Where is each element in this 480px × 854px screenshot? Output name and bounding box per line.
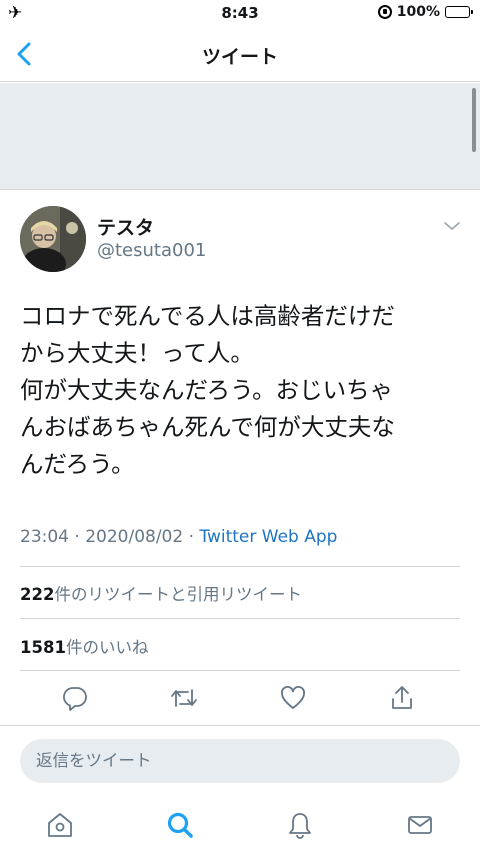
retweet-button[interactable] — [166, 680, 202, 716]
tweet-actions — [0, 680, 480, 718]
tweet-text-line: から大丈夫！って人。 — [20, 339, 254, 367]
tab-home[interactable] — [40, 805, 80, 845]
tab-messages[interactable] — [400, 805, 440, 845]
like-stats[interactable]: 1581件のいいね — [20, 634, 148, 658]
tweet-text-line: んだろう。 — [20, 450, 135, 478]
retweet-stats[interactable]: 222件のリツイートと引用リツイート — [20, 581, 302, 605]
divider — [20, 618, 460, 619]
battery-percent: 100% — [396, 4, 440, 20]
tweet-timestamp: 23:04 · 2020/08/02 · — [20, 527, 200, 547]
search-icon — [167, 812, 193, 838]
avatar[interactable] — [20, 206, 86, 272]
share-button[interactable] — [384, 680, 420, 716]
parent-tweet-placeholder — [0, 83, 480, 190]
retweet-count: 222 — [20, 585, 55, 604]
like-count: 1581 — [20, 638, 66, 657]
tab-bar — [0, 795, 480, 854]
notifications-icon — [289, 813, 311, 839]
reply-icon — [63, 687, 87, 711]
chevron-down-icon — [444, 222, 460, 230]
status-bar: ✈ 8:43 100% — [0, 0, 480, 26]
share-icon — [392, 686, 412, 709]
status-right: 100% — [377, 4, 473, 20]
tweet-menu-button[interactable] — [442, 218, 462, 234]
page-title: ツイート — [201, 46, 278, 68]
reply-button[interactable] — [57, 680, 93, 716]
user-handle[interactable]: @tesuta001 — [97, 240, 206, 261]
battery-icon — [445, 6, 473, 18]
tab-notifications[interactable] — [280, 805, 320, 845]
scrollbar[interactable] — [472, 88, 476, 152]
home-icon — [48, 813, 72, 837]
tweet-meta: 23:04 · 2020/08/02 · Twitter Web App — [20, 527, 337, 547]
messages-icon — [408, 816, 432, 834]
tweet-text: コロナで死んでる人は高齢者だけだ から大丈夫！って人。 何が大丈夫なんだろう。お… — [20, 298, 470, 483]
nav-header: ツイート — [0, 26, 480, 82]
retweet-label: 件のリツイートと引用リツイート — [54, 585, 302, 604]
tab-search[interactable] — [160, 805, 200, 845]
display-name[interactable]: テスタ — [97, 213, 154, 240]
avatar-image — [20, 206, 86, 272]
like-label: 件のいいね — [65, 638, 149, 657]
like-button[interactable] — [275, 680, 311, 716]
retweet-icon — [171, 689, 197, 707]
reply-input[interactable]: 返信をツイート — [20, 739, 460, 783]
divider — [20, 566, 460, 567]
divider — [20, 670, 460, 671]
tweet-source-link[interactable]: Twitter Web App — [199, 527, 337, 547]
tweet-text-line: 何が大丈夫なんだろう。おじいちゃ — [20, 376, 394, 404]
tweet-text-line: んおばあちゃん死んで何が大丈夫な — [20, 413, 395, 441]
tweet-text-line: コロナで死んでる人は高齢者だけだ — [20, 302, 395, 330]
rotation-lock-icon — [377, 5, 392, 19]
reply-bar: 返信をツイート — [0, 725, 480, 795]
like-icon — [281, 686, 305, 709]
